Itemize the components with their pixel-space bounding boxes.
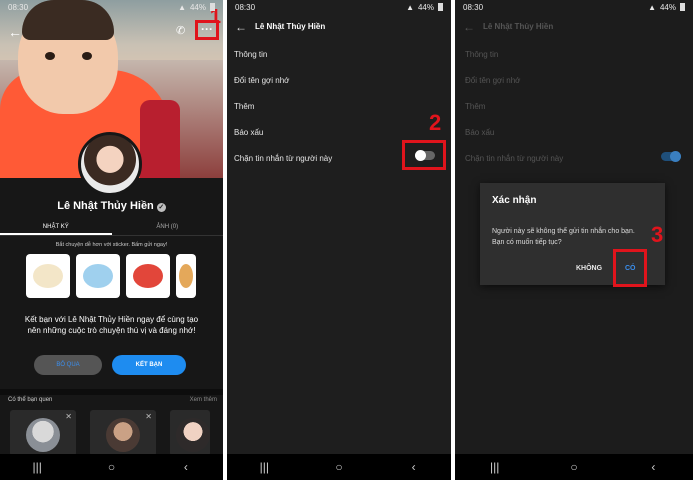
android-nav-bar: ||| ○ ‹	[0, 454, 223, 480]
options-menu: Thông tin Đổi tên gợi nhớ Thêm Báo xấu C…	[455, 46, 693, 176]
back-icon[interactable]: ‹	[645, 460, 661, 474]
call-icon[interactable]: ✆	[176, 24, 185, 37]
phone-screen-profile: 08:30 ▲ 44% ← ✆ ··· 1 Lê Nhật Thủy Hiền ✓…	[0, 0, 223, 480]
page-title: Lê Nhật Thủy Hiền	[483, 22, 554, 31]
back-icon[interactable]: ‹	[178, 460, 194, 474]
sticker-bear[interactable]	[126, 254, 170, 298]
battery-icon	[210, 3, 215, 11]
recent-apps-icon[interactable]: |||	[256, 460, 272, 474]
sticker-list	[26, 254, 196, 298]
phone-screen-options: 08:30 ▲ 44% ← Lê Nhật Thủy Hiền Thông ti…	[227, 0, 451, 480]
battery-icon	[680, 3, 685, 11]
recent-apps-icon[interactable]: |||	[487, 460, 503, 474]
suggestion-card[interactable]	[170, 410, 210, 456]
battery-percent: 44%	[189, 2, 206, 12]
menu-item-more[interactable]: Thêm	[227, 98, 451, 124]
avatar[interactable]	[78, 132, 142, 196]
options-header: ← Lê Nhật Thủy Hiền	[455, 14, 693, 40]
sticker-more[interactable]	[176, 254, 196, 298]
back-icon[interactable]: ‹	[406, 460, 422, 474]
add-friend-prompt: Kết bạn với Lê Nhật Thủy Hiền ngay để cù…	[24, 315, 199, 335]
close-icon[interactable]: ✕	[65, 412, 72, 421]
highlight-box	[402, 140, 446, 170]
menu-item-more[interactable]: Thêm	[455, 98, 693, 124]
status-bar: 08:30 ▲ 44%	[227, 0, 451, 14]
battery-percent: 44%	[417, 2, 434, 12]
menu-item-report[interactable]: Báo xấu	[455, 124, 693, 150]
verified-icon: ✓	[156, 203, 166, 212]
sticker-prompt: Bắt chuyện dễ hơn với sticker. Bấm gửi n…	[55, 242, 168, 248]
menu-item-info[interactable]: Thông tin	[455, 46, 693, 72]
suggestion-list: ✕ ✕	[10, 410, 210, 456]
menu-item-rename[interactable]: Đổi tên gợi nhớ	[455, 72, 693, 98]
profile-tabs: NHẬT KÝ ẢNH (0)	[0, 218, 223, 236]
close-icon[interactable]: ✕	[145, 412, 152, 421]
tab-photos[interactable]: ẢNH (0)	[112, 218, 224, 235]
dialog-message: Người này sẽ không thể gửi tin nhắn cho …	[492, 228, 635, 246]
back-arrow-icon[interactable]: ←	[463, 20, 475, 34]
home-icon[interactable]: ○	[103, 460, 119, 474]
phone-screen-confirm: 08:30 ▲ 44% ← Lê Nhật Thủy Hiền Thông ti…	[455, 0, 693, 480]
no-button[interactable]: KHÔNG	[576, 265, 602, 272]
suggestion-card[interactable]: ✕	[90, 410, 156, 456]
highlight-box: CÓ	[613, 249, 647, 287]
battery-percent: 44%	[659, 2, 676, 12]
menu-item-rename[interactable]: Đổi tên gợi nhớ	[227, 72, 451, 98]
add-friend-button[interactable]: KẾT BẠN	[112, 355, 186, 375]
suggestion-card[interactable]: ✕	[10, 410, 76, 456]
status-time: 08:30	[8, 2, 29, 12]
tab-diary[interactable]: NHẬT KÝ	[0, 218, 112, 235]
block-toggle[interactable]	[415, 150, 435, 161]
status-time: 08:30	[463, 2, 484, 12]
signal-icon: ▲	[178, 2, 186, 12]
menu-item-info[interactable]: Thông tin	[227, 46, 451, 72]
ignore-button[interactable]: BỎ QUA	[34, 355, 102, 375]
confirm-dialog: Xác nhận Người này sẽ không thể gửi tin …	[480, 183, 665, 287]
step-3-label: 3	[651, 222, 664, 247]
android-nav-bar: ||| ○ ‹	[227, 454, 451, 480]
status-bar: 08:30 ▲ 44%	[0, 0, 223, 14]
suggest-more-link[interactable]: Xem thêm	[190, 397, 217, 403]
sticker-shark[interactable]	[76, 254, 120, 298]
home-icon[interactable]: ○	[331, 460, 347, 474]
block-toggle[interactable]	[661, 151, 681, 162]
battery-icon	[438, 3, 443, 11]
home-icon[interactable]: ○	[566, 460, 582, 474]
back-arrow-icon[interactable]: ←	[8, 24, 22, 40]
step-2-label: 2	[429, 110, 442, 135]
android-nav-bar: ||| ○ ‹	[455, 454, 693, 480]
profile-name-row: Lê Nhật Thủy Hiền ✓	[0, 200, 223, 212]
sticker-bunny[interactable]	[26, 254, 70, 298]
yes-button[interactable]: CÓ	[625, 265, 636, 272]
signal-icon: ▲	[406, 2, 414, 12]
status-time: 08:30	[235, 2, 256, 12]
signal-icon: ▲	[648, 2, 656, 12]
menu-item-block[interactable]: Chặn tin nhắn từ người này	[455, 150, 693, 176]
recent-apps-icon[interactable]: |||	[29, 460, 45, 474]
suggest-title: Có thể bạn quen	[8, 397, 53, 403]
options-header: ← Lê Nhật Thủy Hiền	[227, 14, 451, 40]
profile-name: Lê Nhật Thủy Hiền	[57, 200, 154, 212]
page-title: Lê Nhật Thủy Hiền	[255, 22, 326, 31]
back-arrow-icon[interactable]: ←	[235, 20, 247, 34]
dialog-title: Xác nhận	[492, 195, 537, 206]
status-bar: 08:30 ▲ 44%	[455, 0, 693, 14]
